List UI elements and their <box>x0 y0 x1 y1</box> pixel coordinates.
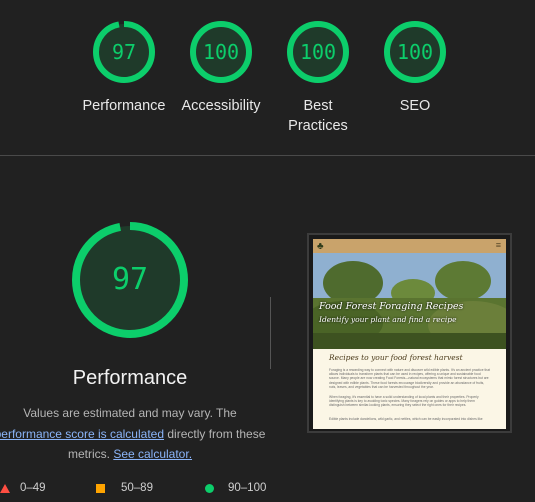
performance-score-ring: 97 <box>92 20 156 84</box>
performance-big-gauge: 97 <box>70 220 190 340</box>
accessibility-label: Accessibility <box>181 98 261 114</box>
gauge-best-practices[interactable]: 100 Best Practices <box>268 20 368 136</box>
legend-average-range: 50–89 <box>121 482 153 494</box>
page-content: Recipes to your food forest harvest Fora… <box>313 349 506 429</box>
green-circle-icon <box>205 484 214 493</box>
gauge-performance[interactable]: 97 Performance <box>74 20 174 116</box>
accessibility-score-ring: 100 <box>189 20 253 84</box>
best-practices-score: 100 <box>299 40 337 64</box>
hero-image: Food Forest Foraging Recipes Identify yo… <box>313 253 506 349</box>
performance-big-score: 97 <box>111 262 149 297</box>
best-practices-label: Best Practices <box>288 98 348 134</box>
page-paragraph: Edible plants include dandelions, wild g… <box>329 417 483 421</box>
performance-title: Performance <box>72 367 188 389</box>
best-practices-score-ring: 100 <box>286 20 350 84</box>
red-triangle-icon <box>0 484 10 493</box>
score-legend: 0–49 50–89 90–100 <box>0 480 535 500</box>
performance-description: Values are estimated and may vary. The p… <box>0 403 266 465</box>
orange-square-icon <box>96 484 105 493</box>
site-header-bar: ♣ ≡ <box>313 239 506 253</box>
legend-fail-range: 0–49 <box>20 482 46 494</box>
gauge-accessibility[interactable]: 100 Accessibility <box>171 20 271 116</box>
seo-score-ring: 100 <box>383 20 447 84</box>
performance-label: Performance <box>82 98 166 114</box>
section-divider <box>0 155 535 156</box>
page-paragraph: When foraging, it's essential to have a … <box>329 395 479 408</box>
page-paragraph: Foraging is a rewarding way to connect w… <box>329 368 490 389</box>
seo-label: SEO <box>399 98 431 114</box>
see-calculator-link[interactable]: See calculator. <box>113 447 192 461</box>
menu-icon: ≡ <box>495 240 501 250</box>
description-text: Values are estimated and may vary. The <box>23 406 237 420</box>
page-screenshot-thumbnail[interactable]: ♣ ≡ Food Forest Foraging Recipes Identif… <box>307 233 512 433</box>
category-gauges: 97 Performance 100 Accessibility 100 Bes… <box>0 0 535 155</box>
page-heading: Recipes to your food forest harvest <box>329 353 463 362</box>
tree-logo-icon: ♣ <box>317 241 324 252</box>
hero-title: Food Forest Foraging Recipes <box>319 301 464 312</box>
hero-subtitle: Identify your plant and find a recipe <box>319 315 457 324</box>
performance-score-link[interactable]: performance score is calculated <box>0 427 164 441</box>
gauge-seo[interactable]: 100 SEO <box>365 20 465 116</box>
vertical-divider <box>270 297 271 369</box>
legend-pass-range: 90–100 <box>228 482 267 494</box>
seo-score: 100 <box>396 40 434 64</box>
performance-score: 97 <box>111 40 137 64</box>
accessibility-score: 100 <box>202 40 240 64</box>
